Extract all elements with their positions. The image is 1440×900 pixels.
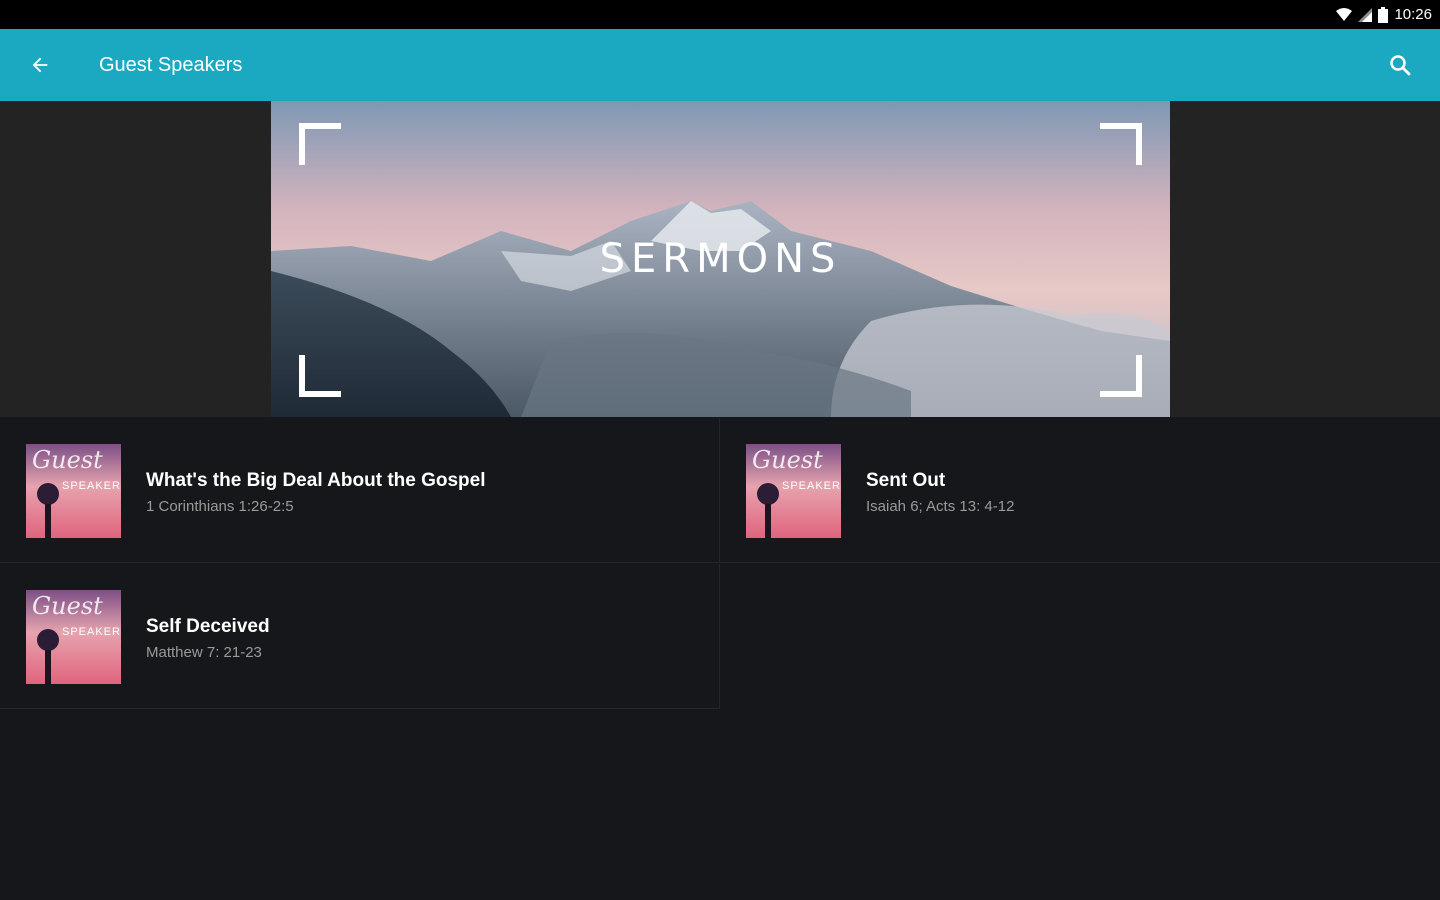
thumbnail-script-text: Guest <box>752 446 823 474</box>
sermon-item[interactable]: Guest SPEAKER What's the Big Deal About … <box>0 418 720 563</box>
battery-icon <box>1378 6 1389 23</box>
sermon-reference: Matthew 7: 21-23 <box>146 644 262 661</box>
corner-top-left <box>299 123 341 165</box>
status-icons: 10:26 <box>1336 0 1432 29</box>
sermon-title: Self Deceived <box>146 616 270 637</box>
corner-bottom-left <box>299 355 341 397</box>
status-bar: 10:26 <box>0 0 1440 29</box>
search-button[interactable] <box>1382 47 1418 83</box>
sermon-thumbnail: Guest SPEAKER <box>746 444 841 538</box>
back-button[interactable] <box>22 47 58 83</box>
arrow-left-icon <box>32 57 48 73</box>
page-title: Guest Speakers <box>99 54 243 76</box>
banner-band: SERMONS <box>0 101 1440 417</box>
signal-icon <box>1358 7 1373 22</box>
sermon-reference: Isaiah 6; Acts 13: 4-12 <box>866 498 1015 515</box>
banner-title: SERMONS <box>599 236 842 282</box>
sermon-reference: 1 Corinthians 1:26-2:5 <box>146 498 294 515</box>
sermon-item[interactable]: Guest SPEAKER Self Deceived Matthew 7: 2… <box>0 564 720 709</box>
sermon-thumbnail: Guest SPEAKER <box>26 590 121 684</box>
thumbnail-caps-text: SPEAKER <box>782 480 841 492</box>
sermon-thumbnail: Guest SPEAKER <box>26 444 121 538</box>
sermon-item[interactable]: Guest SPEAKER Sent Out Isaiah 6; Acts 13… <box>720 418 1440 563</box>
status-time: 10:26 <box>1394 6 1432 23</box>
thumbnail-caps-text: SPEAKER <box>62 626 121 638</box>
sermon-title: What's the Big Deal About the Gospel <box>146 470 486 491</box>
search-icon <box>1390 55 1411 76</box>
sermon-title: Sent Out <box>866 470 946 491</box>
app-bar: Guest Speakers <box>0 29 1440 101</box>
thumbnail-script-text: Guest <box>32 592 103 620</box>
thumbnail-caps-text: SPEAKER <box>62 480 121 492</box>
thumbnail-script-text: Guest <box>32 446 103 474</box>
corner-bottom-right <box>1100 355 1142 397</box>
corner-top-right <box>1100 123 1142 165</box>
sermons-banner: SERMONS <box>271 101 1170 417</box>
wifi-icon <box>1336 7 1353 21</box>
